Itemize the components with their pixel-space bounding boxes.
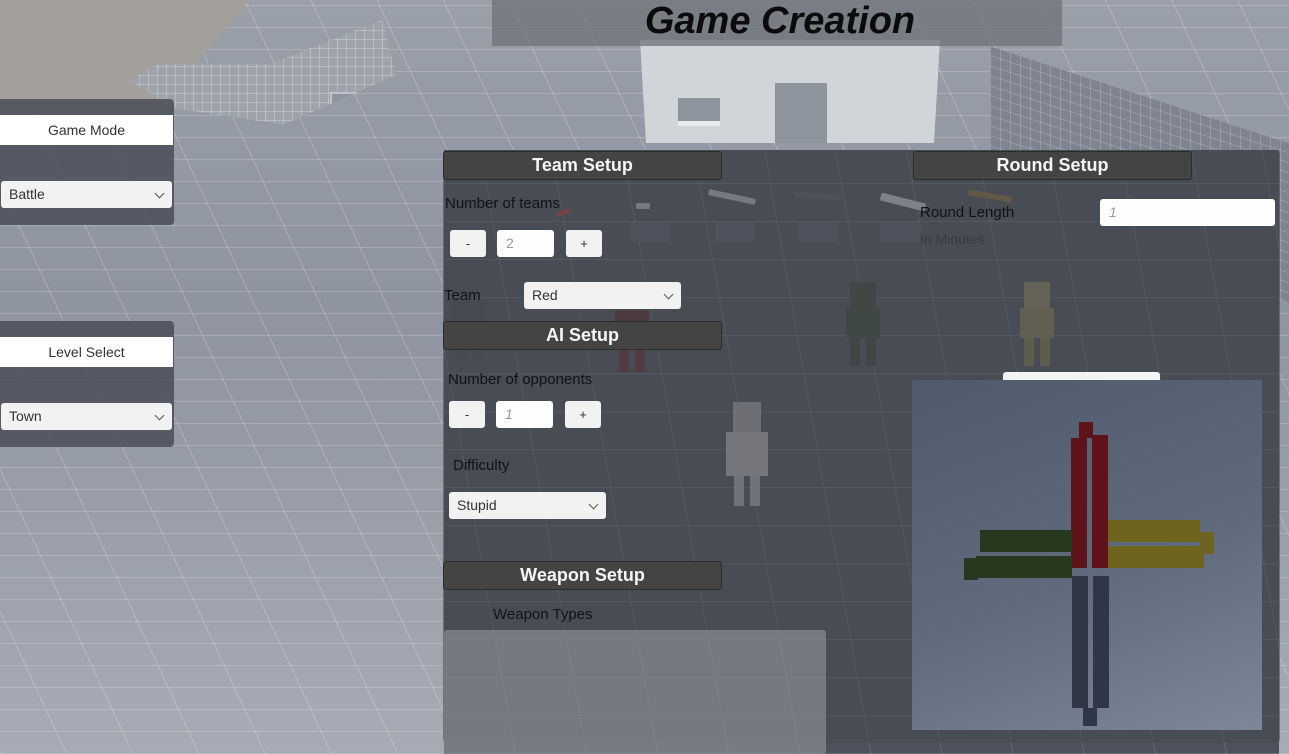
chevron-down-icon <box>588 499 599 510</box>
difficulty-dropdown[interactable]: Stupid <box>449 492 606 519</box>
team-dropdown[interactable]: Red <box>524 282 681 309</box>
red-spawn-arm-right <box>1092 435 1108 568</box>
team-label: Team <box>444 287 481 304</box>
teams-increment-button[interactable]: + <box>566 230 602 257</box>
yellow-spawn-arm-top <box>1108 520 1200 542</box>
opponents-decrement-button[interactable]: - <box>449 401 485 428</box>
blue-spawn-tip <box>1083 708 1097 726</box>
level-select-dropdown[interactable]: Town <box>1 403 172 430</box>
blue-spawn-arm-right <box>1093 576 1109 708</box>
blue-spawn-arm-left <box>1072 576 1088 708</box>
chevron-down-icon <box>154 188 165 199</box>
yellow-spawn-tip <box>1200 532 1214 554</box>
green-spawn-arm-top <box>980 530 1072 552</box>
green-spawn-arm-bottom <box>976 556 1072 578</box>
building-door <box>775 83 827 143</box>
level-select-panel: Level Select Town <box>0 321 174 447</box>
team-selected: Red <box>532 287 558 303</box>
weapon-types-list[interactable] <box>444 630 826 754</box>
ai-setup-header: AI Setup <box>443 321 722 350</box>
page-title: Game Creation <box>644 0 916 42</box>
spawn-cross-diagram <box>964 422 1214 726</box>
game-mode-dropdown[interactable]: Battle <box>1 181 172 208</box>
opponents-increment-button[interactable]: + <box>565 401 601 428</box>
round-length-input[interactable]: 1 <box>1100 199 1275 226</box>
spawn-layout-preview <box>912 380 1262 730</box>
chevron-down-icon <box>663 289 674 300</box>
weapon-types-label: Weapon Types <box>493 606 593 623</box>
weapon-setup-header: Weapon Setup <box>443 561 722 590</box>
number-of-opponents-label: Number of opponents <box>448 371 593 388</box>
difficulty-selected: Stupid <box>457 497 497 513</box>
round-length-label: Round Length <box>920 204 1015 221</box>
round-setup-header: Round Setup <box>913 151 1192 180</box>
number-of-opponents-input[interactable]: 1 <box>496 401 553 428</box>
teams-decrement-button[interactable]: - <box>450 230 486 257</box>
red-spawn-tip <box>1079 422 1093 438</box>
difficulty-label: Difficulty <box>453 457 510 474</box>
game-mode-panel: Game Mode Battle <box>0 99 174 225</box>
title-bar: Game Creation <box>492 0 1062 46</box>
chevron-down-icon <box>154 410 165 421</box>
building-window <box>678 98 720 126</box>
round-length-units-label: In Minutes <box>920 231 985 247</box>
game-mode-selected: Battle <box>9 186 45 202</box>
green-spawn-tip <box>964 558 978 580</box>
number-of-teams-label: Number of teams <box>445 195 561 212</box>
yellow-spawn-arm-bottom <box>1108 546 1204 568</box>
level-select-header: Level Select <box>0 337 173 367</box>
team-setup-header: Team Setup <box>443 151 722 180</box>
number-of-teams-input[interactable]: 2 <box>497 230 554 257</box>
game-mode-header: Game Mode <box>0 115 173 145</box>
red-spawn-arm-left <box>1071 438 1087 568</box>
building <box>640 40 940 143</box>
level-select-selected: Town <box>9 408 42 424</box>
